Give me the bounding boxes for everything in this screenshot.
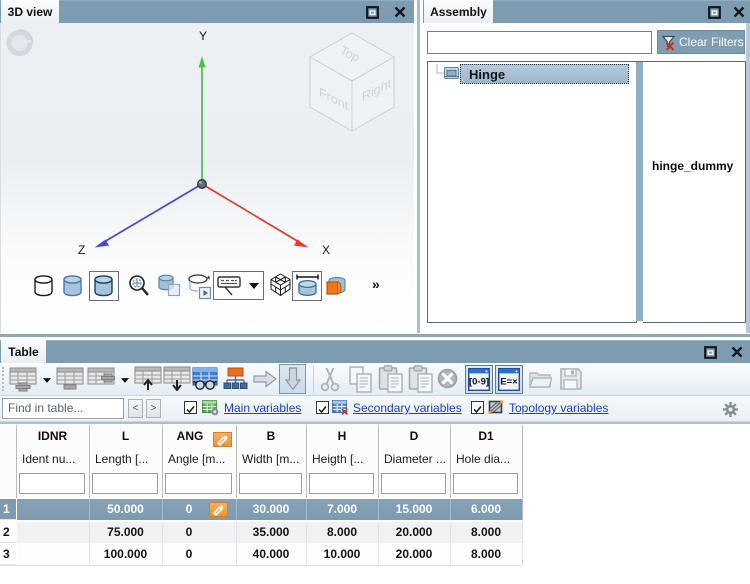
svg-text:[0-9]: [0-9] (469, 377, 489, 388)
svg-text:E=×: E=× (500, 377, 518, 388)
